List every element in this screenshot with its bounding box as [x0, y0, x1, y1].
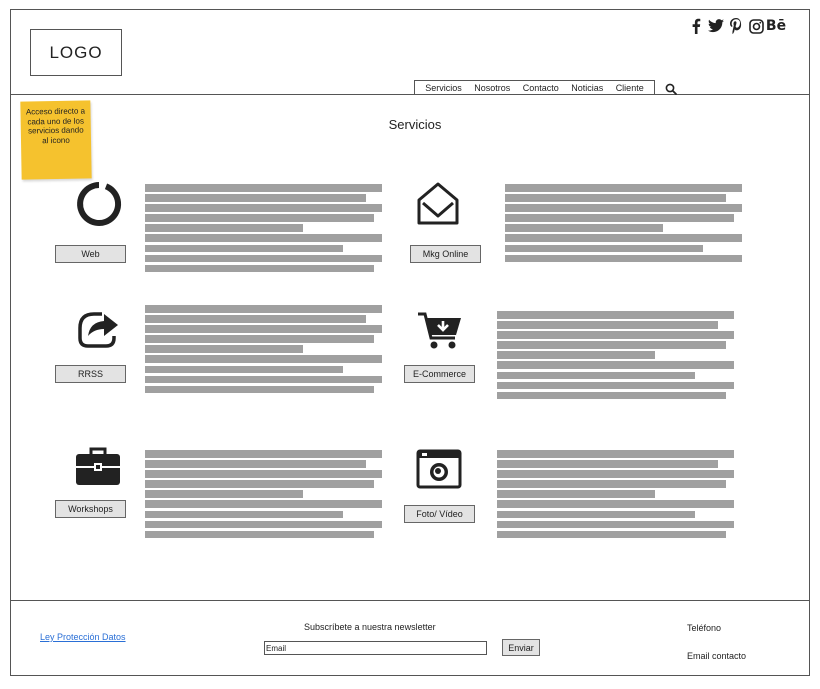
page-title: Servicios — [388, 117, 442, 132]
nav-nosotros[interactable]: Nosotros — [474, 83, 510, 93]
pinterest-icon[interactable] — [728, 17, 744, 35]
foto-video-description — [497, 450, 734, 541]
rrss-button[interactable]: RRSS — [55, 365, 126, 383]
share-arrow-icon[interactable] — [76, 306, 122, 352]
web-description — [145, 184, 382, 275]
phone-label: Teléfono — [687, 623, 722, 633]
mkg-online-button[interactable]: Mkg Online — [410, 245, 481, 263]
search-icon[interactable] — [665, 82, 677, 95]
logo[interactable]: LOGO — [30, 29, 122, 76]
facebook-icon[interactable] — [688, 17, 704, 35]
e-commerce-button[interactable]: E-Commerce — [404, 365, 475, 383]
nav-contacto[interactable]: Contacto — [523, 83, 559, 93]
nav-noticias[interactable]: Noticias — [571, 83, 603, 93]
sticky-note: Acceso directo a cada uno de los servici… — [20, 100, 92, 180]
briefcase-icon[interactable] — [75, 444, 121, 490]
privacy-link[interactable]: Ley Protección Datos — [40, 632, 126, 642]
send-button[interactable]: Enviar — [502, 639, 540, 656]
nav-servicios[interactable]: Servicios — [425, 83, 462, 93]
newsletter-email-input[interactable] — [264, 641, 487, 655]
envelope-open-icon[interactable] — [415, 181, 461, 227]
twitter-icon[interactable] — [708, 17, 724, 35]
behance-icon[interactable]: Bē — [766, 17, 786, 35]
shopping-cart-icon[interactable] — [417, 308, 463, 354]
main-nav: Servicios Nosotros Contacto Noticias Cli… — [414, 80, 655, 94]
rrss-description — [145, 305, 382, 396]
workshops-description — [145, 450, 382, 541]
web-button[interactable]: Web — [55, 245, 126, 263]
mkg-online-description — [505, 184, 742, 265]
header-divider — [11, 94, 810, 95]
foto-video-button[interactable]: Foto/ Vídeo — [404, 505, 475, 523]
social-links: Bē — [688, 17, 786, 35]
camera-icon[interactable] — [416, 447, 462, 493]
e-commerce-description — [497, 311, 734, 402]
nav-cliente[interactable]: Cliente — [616, 83, 644, 93]
workshops-button[interactable]: Workshops — [55, 500, 126, 518]
newsletter-title: Subscríbete a nuestra newsletter — [304, 622, 436, 632]
instagram-icon[interactable] — [748, 17, 764, 35]
email-contact-label: Email contacto — [687, 651, 747, 661]
footer-divider — [11, 600, 810, 601]
loading-circle-icon[interactable] — [76, 181, 122, 227]
